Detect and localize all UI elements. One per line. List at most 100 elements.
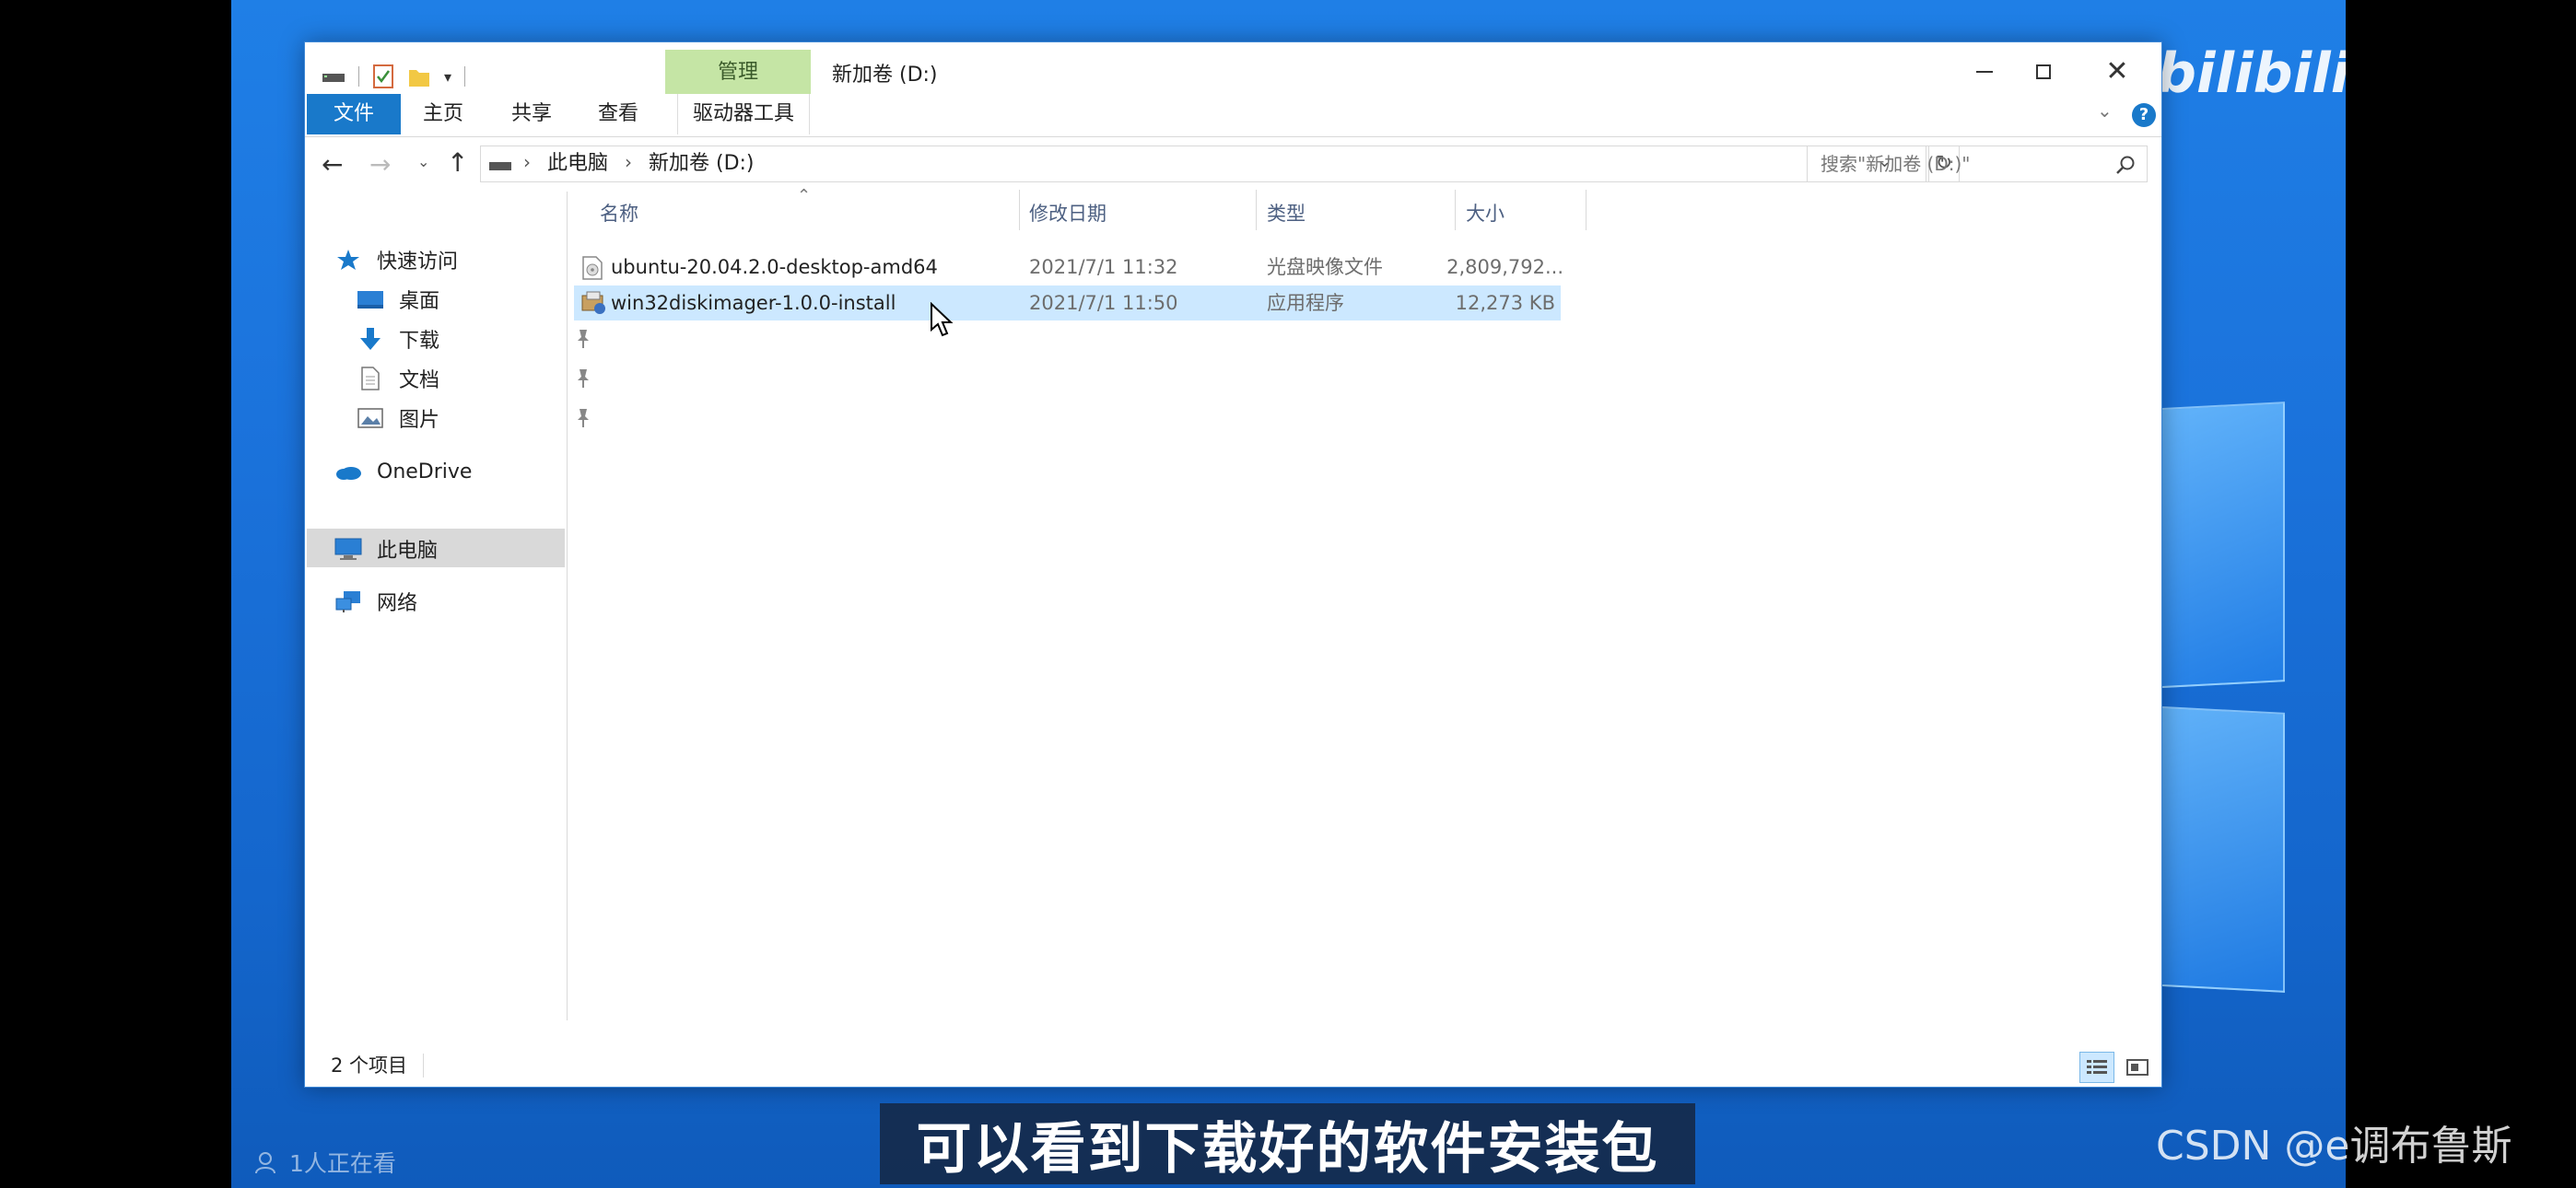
pin-icon[interactable] <box>574 328 592 350</box>
details-view-icon <box>2087 1060 2107 1074</box>
ribbon-manage-label: 管理 <box>717 61 758 84</box>
file-size: 12,273 KB <box>1455 292 1555 314</box>
right-letterbox <box>2346 0 2576 1188</box>
ribbon-expand-icon[interactable]: ⌄ <box>2097 99 2113 122</box>
sort-ascending-icon: ⌃ <box>797 186 812 205</box>
viewer-icon <box>255 1152 275 1174</box>
details-view-button[interactable] <box>2079 1052 2114 1083</box>
sidebar-item-pictures[interactable]: 图片 <box>355 400 592 437</box>
help-icon[interactable]: ? <box>2132 103 2156 127</box>
status-divider <box>423 1054 424 1077</box>
sidebar-item-documents[interactable]: 文档 <box>355 360 592 397</box>
ribbon-tabs: 文件 主页 共享 查看 驱动器工具 ⌄ ? <box>307 94 2160 134</box>
star-icon <box>337 250 359 270</box>
tab-view[interactable]: 查看 <box>598 94 638 134</box>
search-placeholder: 搜索"新加卷 (D:)" <box>1821 153 1971 175</box>
subtitle-box: 可以看到下载好的软件安装包 <box>880 1103 1695 1184</box>
drive-icon[interactable] <box>322 69 345 84</box>
navigation-pane: 快速访问 桌面 下载 文档 图片 OneDrive 此电脑 网络 <box>305 199 589 1019</box>
drive-icon <box>489 162 511 170</box>
toolbar-divider <box>464 66 466 87</box>
tab-file[interactable]: 文件 <box>307 94 401 134</box>
file-date: 2021/7/1 11:32 <box>1029 256 1178 278</box>
sidebar-item-desktop[interactable]: 桌面 <box>355 281 592 318</box>
sidebar-label: 此电脑 <box>377 540 439 563</box>
sidebar-item-quick-access[interactable]: 快速访问 <box>333 241 458 278</box>
sidebar-item-network[interactable]: 网络 <box>333 583 417 620</box>
csdn-watermark: CSDN @e调布鲁斯 <box>2156 1123 2512 1170</box>
file-date: 2021/7/1 11:50 <box>1029 292 1178 314</box>
disc-image-icon <box>582 256 603 280</box>
file-explorer-window: ▾ 管理 新加卷 (D:) ✕ 文件 主页 共享 查看 驱动器工具 ⌄ ? ← … <box>304 41 2162 1088</box>
breadcrumb-drive[interactable]: 新加卷 (D:) <box>649 146 755 181</box>
tab-drive-tools[interactable]: 驱动器工具 <box>677 94 810 134</box>
cloud-icon <box>336 467 361 480</box>
large-icons-view-button[interactable] <box>2120 1052 2155 1083</box>
back-button[interactable]: ← <box>322 149 343 180</box>
search-box[interactable]: 搜索"新加卷 (D:)" <box>1807 146 2148 182</box>
sidebar-label: OneDrive <box>377 460 473 483</box>
file-type: 应用程序 <box>1267 292 1344 314</box>
desktop-folder-icon <box>357 291 383 309</box>
column-date[interactable]: 修改日期 <box>1029 199 1107 227</box>
column-divider[interactable] <box>1455 190 1456 230</box>
window-title: 新加卷 (D:) <box>832 64 938 87</box>
tab-file-label: 文件 <box>333 102 374 125</box>
file-name[interactable]: win32diskimager-1.0.0-install <box>611 285 896 320</box>
wallpaper-pane-bottom <box>2148 705 2285 993</box>
quick-access-toolbar: ▾ <box>322 55 466 98</box>
pin-icon[interactable] <box>574 407 592 429</box>
network-icon <box>335 591 360 612</box>
recent-locations-icon[interactable]: ⌄ <box>417 153 429 170</box>
tab-home[interactable]: 主页 <box>423 94 463 134</box>
wallpaper-pane-top <box>2148 402 2285 689</box>
sidebar-label: 图片 <box>399 409 440 432</box>
new-folder-icon[interactable] <box>407 64 431 88</box>
column-size[interactable]: 大小 <box>1466 199 1505 227</box>
viewers-counter: 1人正在看 <box>254 1146 396 1179</box>
column-divider[interactable] <box>1019 190 1020 230</box>
viewers-label: 1人正在看 <box>289 1150 396 1177</box>
sidebar-item-this-pc[interactable]: 此电脑 <box>333 530 438 567</box>
minimize-button[interactable] <box>1960 52 2009 92</box>
tab-share[interactable]: 共享 <box>511 94 552 134</box>
subtitle-text: 可以看到下载好的软件安装包 <box>916 1116 1659 1182</box>
download-arrow-icon <box>360 328 381 350</box>
column-divider[interactable] <box>1256 190 1257 230</box>
status-item-count: 2 个项目 <box>331 1054 408 1077</box>
toolbar-dropdown-icon[interactable]: ▾ <box>444 68 451 86</box>
breadcrumb-this-pc[interactable]: 此电脑 <box>547 146 608 181</box>
mouse-cursor-icon <box>931 302 954 337</box>
pane-divider <box>567 192 568 1020</box>
left-letterbox <box>0 0 231 1188</box>
file-type: 光盘映像文件 <box>1267 256 1383 278</box>
sidebar-label: 桌面 <box>399 290 440 313</box>
close-button[interactable]: ✕ <box>2092 52 2142 92</box>
address-bar[interactable]: › 此电脑 › 新加卷 (D:) ⌄ <box>480 146 1926 182</box>
installer-icon <box>581 291 605 314</box>
computer-icon <box>334 538 362 560</box>
chevron-right-icon: › <box>625 151 632 173</box>
document-icon <box>361 367 380 390</box>
file-row-selected[interactable]: win32diskimager-1.0.0-install 2021/7/1 1… <box>574 285 1561 320</box>
sidebar-label: 文档 <box>399 369 440 392</box>
sidebar-item-onedrive[interactable]: OneDrive <box>333 453 472 490</box>
pin-icon[interactable] <box>574 367 592 390</box>
maximize-button[interactable] <box>2019 52 2068 92</box>
sidebar-item-downloads[interactable]: 下载 <box>355 320 592 357</box>
bilibili-logo: bilibili <box>2157 41 2346 106</box>
sidebar-label: 快速访问 <box>377 250 459 274</box>
file-name[interactable]: ubuntu-20.04.2.0-desktop-amd64 <box>611 250 938 285</box>
toolbar-divider <box>358 66 359 87</box>
forward-button[interactable]: → <box>369 149 391 180</box>
search-icon[interactable] <box>2115 155 2136 175</box>
properties-icon[interactable] <box>372 64 394 89</box>
column-name[interactable]: 名称 <box>600 199 638 227</box>
pictures-icon <box>357 408 383 428</box>
column-type[interactable]: 类型 <box>1267 199 1306 227</box>
column-divider[interactable] <box>1586 190 1587 230</box>
up-button[interactable]: ↑ <box>447 147 468 178</box>
file-size: 2,809,792... <box>1446 256 1563 278</box>
ribbon-divider <box>305 136 2161 137</box>
file-row[interactable]: ubuntu-20.04.2.0-desktop-amd64 2021/7/1 … <box>574 250 1569 285</box>
